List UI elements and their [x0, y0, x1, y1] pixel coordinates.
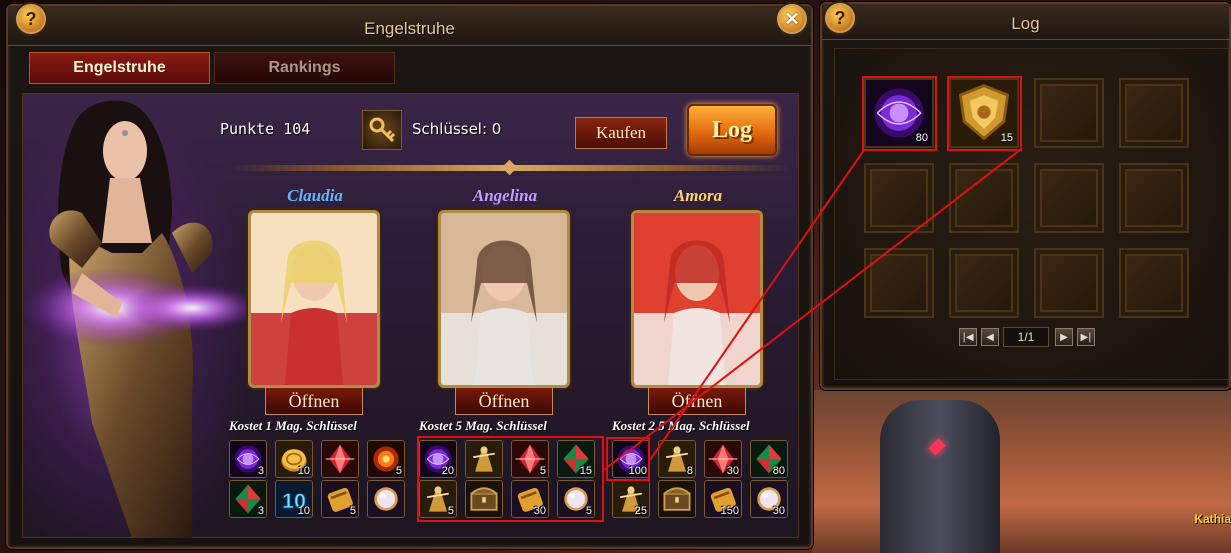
- game-screen: Kathia Engelstruhe ? ✕ Engelstruhe Ranki…: [0, 0, 1231, 553]
- log-help-button[interactable]: ?: [825, 3, 855, 33]
- chest-icon[interactable]: [658, 480, 696, 518]
- cost-label-amora: Kostet 2 5 Mag. Schlüssel: [612, 418, 750, 433]
- open-button-amora[interactable]: Öffnen: [648, 387, 746, 415]
- item-quantity: 5: [395, 465, 402, 477]
- item-quantity: 80: [772, 465, 785, 477]
- log-slot-empty: [949, 163, 1019, 233]
- open-button-claudia[interactable]: Öffnen: [265, 387, 363, 415]
- log-slot-empty: [949, 248, 1019, 318]
- item-quantity: 10: [297, 465, 310, 477]
- log-title-bar: Log: [822, 4, 1229, 40]
- log-slot-empty: [1119, 248, 1189, 318]
- next-page-button[interactable]: ▶: [1055, 328, 1073, 346]
- item-quantity: 30: [726, 465, 739, 477]
- red-crystal-icon[interactable]: [321, 440, 359, 478]
- log-slot-empty: [864, 248, 934, 318]
- item-quantity: 150: [720, 505, 739, 517]
- keys-label: Schlüssel: 0: [412, 120, 502, 138]
- last-page-button[interactable]: ▶|: [1077, 328, 1095, 346]
- log-button[interactable]: Log: [687, 104, 777, 156]
- tab-rankings[interactable]: Rankings: [214, 52, 395, 84]
- highlight-amora-orb: [606, 437, 650, 481]
- window-title-bar: Engelstruhe: [8, 6, 811, 46]
- page-indicator: 1/1: [1003, 327, 1049, 347]
- background-tower: [880, 400, 1000, 553]
- points-label: Punkte 104: [220, 120, 311, 138]
- gold-scroll-icon[interactable]: 150: [704, 480, 742, 518]
- magic-key-icon: [362, 110, 402, 150]
- red-crystal-icon[interactable]: 30: [704, 440, 742, 478]
- tab-engelstruhe[interactable]: Engelstruhe: [29, 52, 210, 84]
- cost-label-claudia: Kostet 1 Mag. Schlüssel: [229, 418, 357, 433]
- log-slot-empty: [1034, 248, 1104, 318]
- purple-orb-icon[interactable]: 3: [229, 440, 267, 478]
- character-name[interactable]: Kathia: [1194, 512, 1231, 526]
- green-gem-icon[interactable]: 3: [229, 480, 267, 518]
- help-button[interactable]: ?: [16, 4, 46, 34]
- portrait-claudia: [248, 210, 380, 388]
- log-slot-empty: [1119, 163, 1189, 233]
- gold-figure-icon[interactable]: 8: [658, 440, 696, 478]
- portrait-amora: [631, 210, 763, 388]
- highlight-log-orb: [862, 76, 937, 151]
- gold-scroll-icon[interactable]: 5: [321, 480, 359, 518]
- chest-name-claudia: Claudia: [287, 186, 343, 205]
- fire-orb-icon[interactable]: 5: [367, 440, 405, 478]
- item-quantity: 30: [772, 505, 785, 517]
- cost-label-angelina: Kostet 5 Mag. Schlüssel: [419, 418, 547, 433]
- first-page-button[interactable]: |◀: [959, 328, 977, 346]
- portrait-angelina: [438, 210, 570, 388]
- gold-coin-icon[interactable]: 10: [275, 440, 313, 478]
- angel-character: [22, 100, 252, 538]
- buy-keys-button[interactable]: Kaufen: [575, 117, 667, 149]
- log-slot-empty: [1034, 163, 1104, 233]
- log-slot-empty: [1034, 78, 1104, 148]
- item-quantity: 3: [257, 505, 264, 517]
- open-button-angelina[interactable]: Öffnen: [455, 387, 553, 415]
- prev-page-button[interactable]: ◀: [981, 328, 999, 346]
- log-title: Log: [1011, 14, 1040, 33]
- gold-figure-icon[interactable]: 25: [612, 480, 650, 518]
- highlight-log-shield: [947, 76, 1022, 151]
- vip-10-icon[interactable]: 10 10: [275, 480, 313, 518]
- log-slot-empty: [864, 163, 934, 233]
- pearl-icon[interactable]: [367, 480, 405, 518]
- item-quantity: 3: [257, 465, 264, 477]
- item-quantity: 10: [297, 505, 310, 517]
- item-quantity: 25: [634, 505, 647, 517]
- chest-name-amora: Amora: [673, 186, 723, 205]
- item-quantity: 8: [686, 465, 693, 477]
- pearl-icon[interactable]: 30: [750, 480, 788, 518]
- window-title: Engelstruhe: [364, 19, 455, 38]
- background-scene: [812, 390, 1231, 553]
- log-slot-empty: [1119, 78, 1189, 148]
- highlight-angelina-items: [417, 436, 604, 522]
- item-quantity: 5: [349, 505, 356, 517]
- green-gem-icon[interactable]: 80: [750, 440, 788, 478]
- close-button[interactable]: ✕: [777, 4, 807, 34]
- chest-name-angelina: Angelina: [472, 186, 538, 205]
